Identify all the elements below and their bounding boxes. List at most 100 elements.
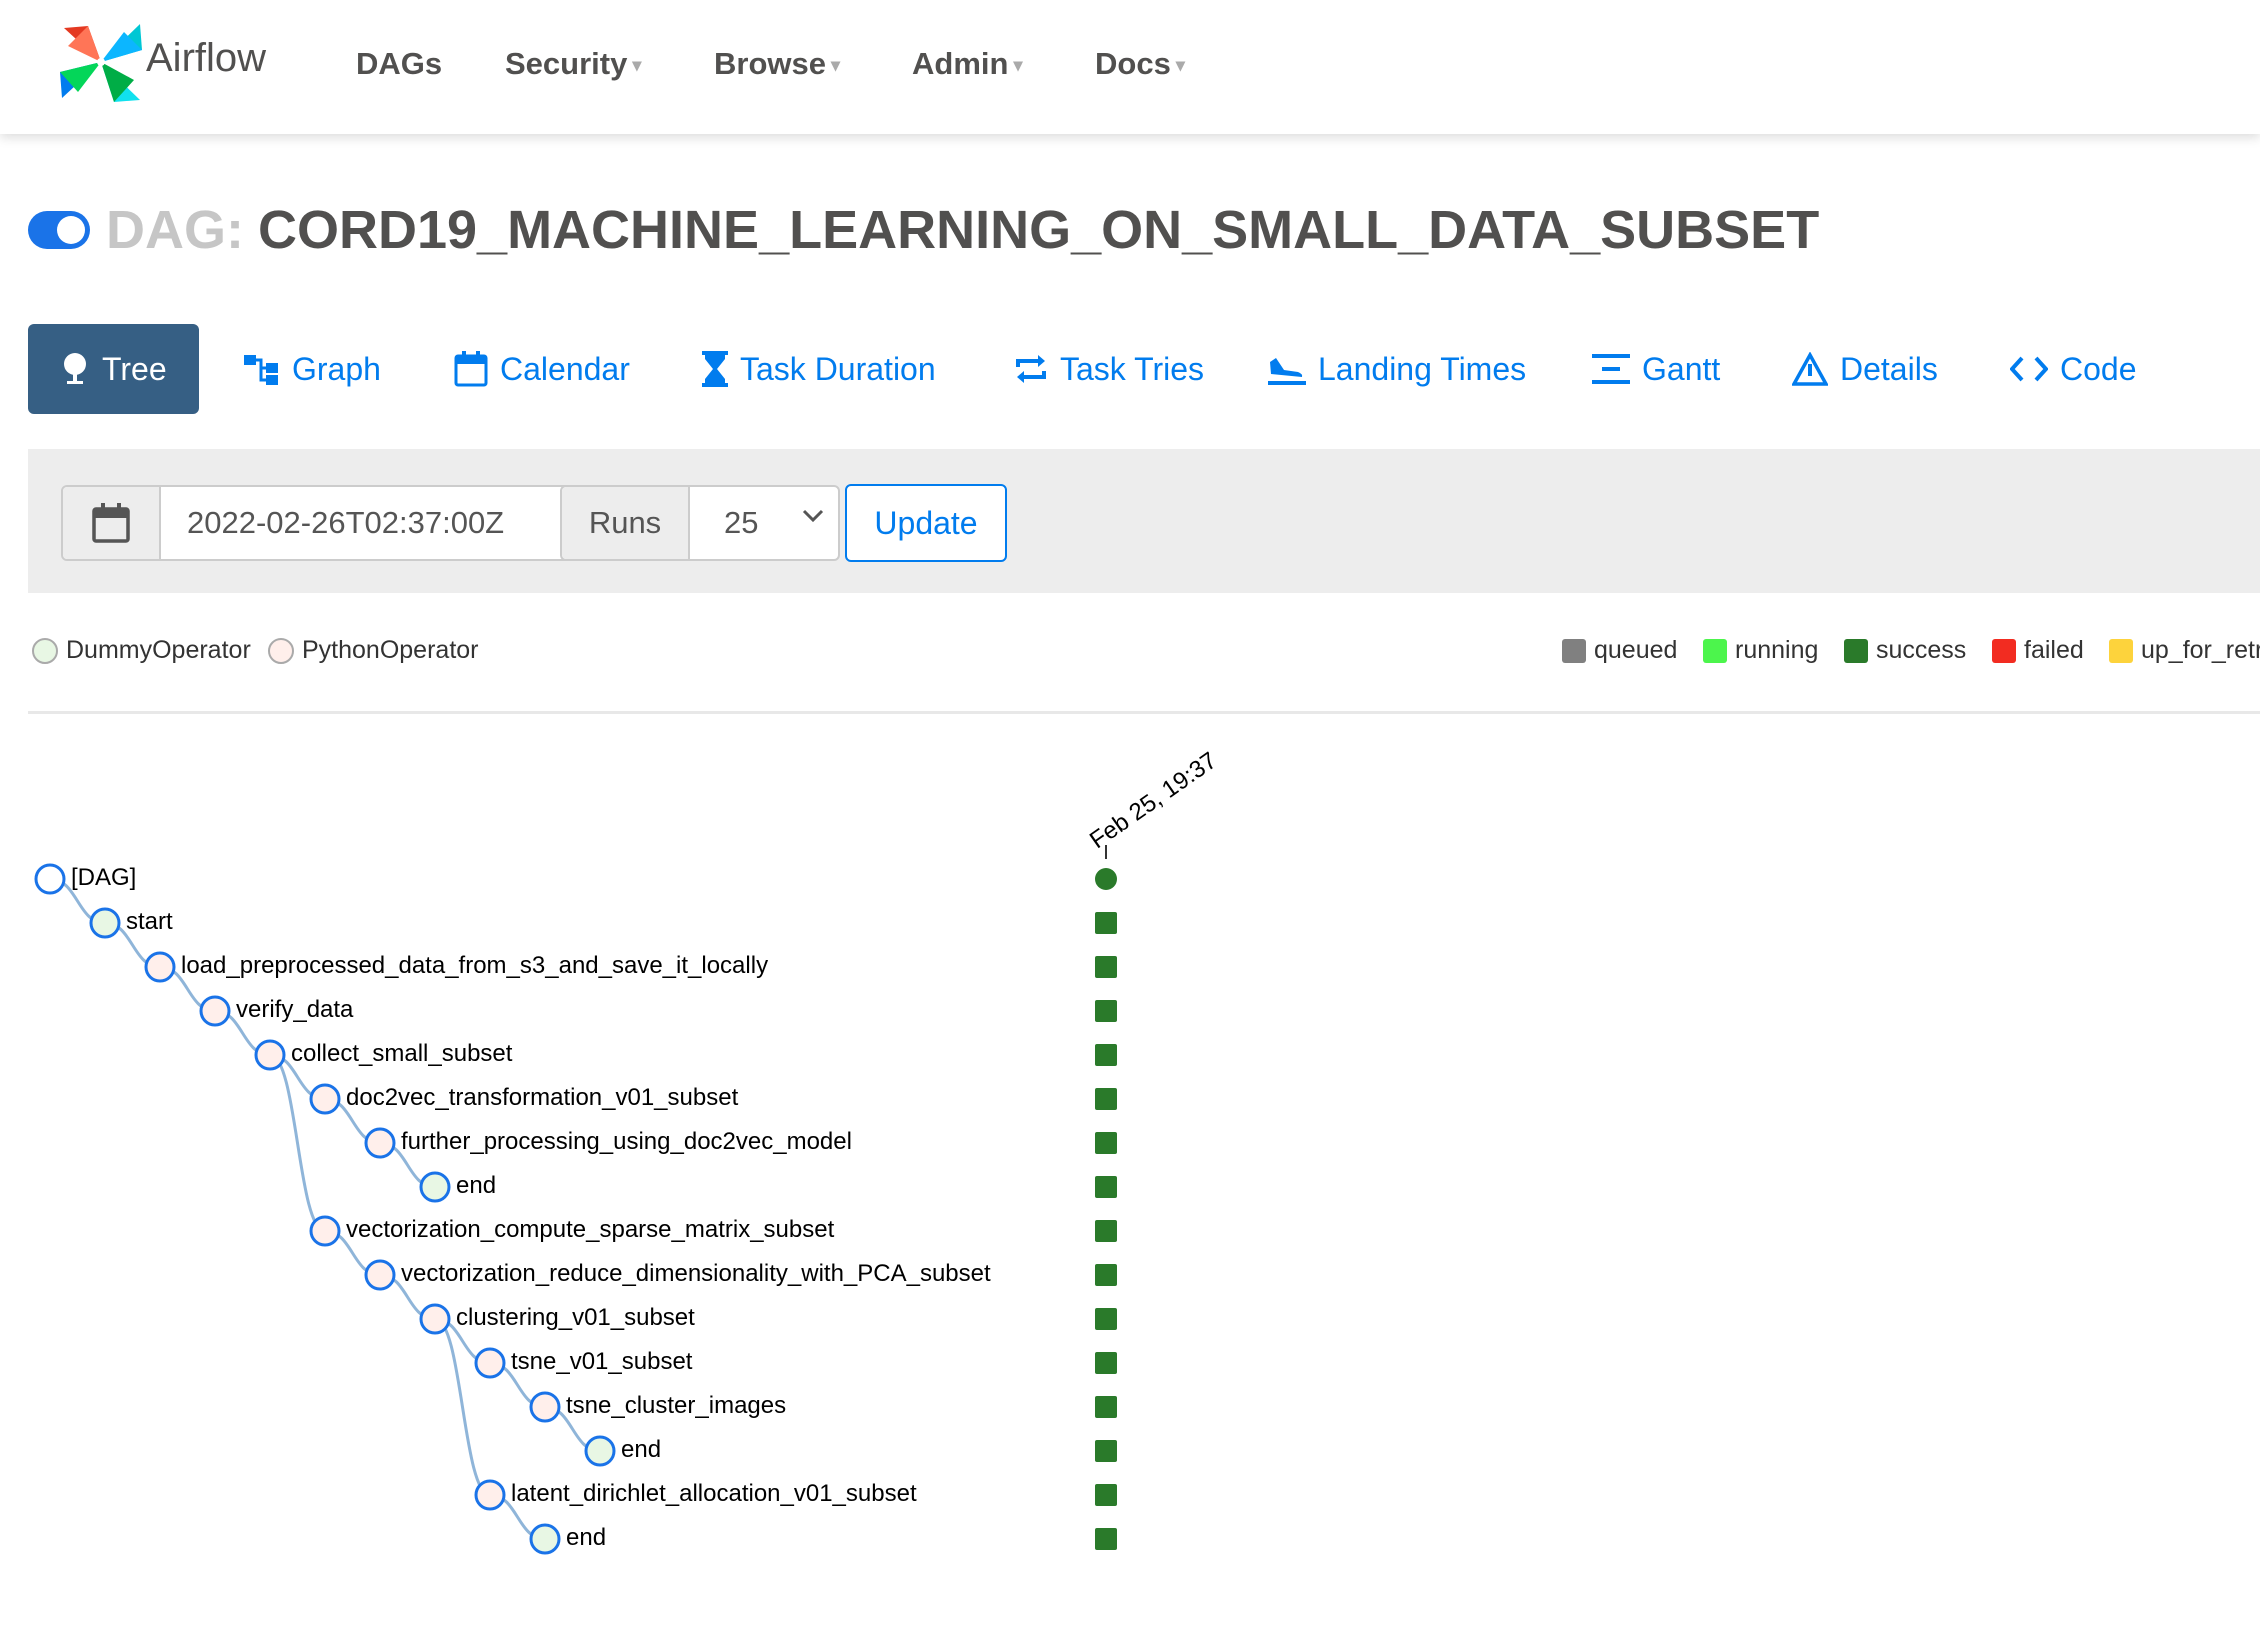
up-for-retry-swatch xyxy=(2109,638,2133,663)
task-instance-status-square[interactable] xyxy=(1095,1440,1117,1462)
tab-details[interactable]: Details xyxy=(1792,324,1938,414)
tree-node-label[interactable]: tsne_v01_subset xyxy=(511,1348,692,1376)
nav-browse[interactable]: Browse ▾ xyxy=(714,46,840,82)
task-instance-status-square[interactable] xyxy=(1095,1044,1117,1066)
tree-node-label[interactable]: latent_dirichlet_allocation_v01_subset xyxy=(511,1480,917,1508)
legend-python-operator: PythonOperator xyxy=(268,636,479,665)
tree-node-circle[interactable] xyxy=(144,951,176,983)
task-instance-status-square[interactable] xyxy=(1095,1132,1117,1154)
legend-running: running xyxy=(1703,636,1818,665)
task-instance-status-square[interactable] xyxy=(1095,1308,1117,1330)
nav-dags[interactable]: DAGs xyxy=(356,46,442,82)
nav-security[interactable]: Security ▾ xyxy=(505,46,641,82)
runs-select[interactable]: 25 xyxy=(690,487,838,559)
tab-landing-times-label: Landing Times xyxy=(1318,350,1527,387)
warning-triangle-icon xyxy=(1792,352,1828,386)
tree-node-circle[interactable] xyxy=(309,1083,341,1115)
tree-node-circle[interactable] xyxy=(364,1127,396,1159)
tab-task-tries-label: Task Tries xyxy=(1060,350,1205,387)
dag-run-date-label[interactable]: Feb 25, 19:37 xyxy=(1085,747,1222,855)
tree-node-circle[interactable] xyxy=(474,1479,506,1511)
tree-node-circle[interactable] xyxy=(419,1303,451,1335)
tab-task-tries[interactable]: Task Tries xyxy=(1014,324,1204,414)
tree-node-circle[interactable] xyxy=(529,1391,561,1423)
tree-node-label[interactable]: [DAG] xyxy=(71,864,136,892)
tree-node-circle[interactable] xyxy=(199,995,231,1027)
tab-code-label: Code xyxy=(2060,350,2137,387)
task-instance-status-square[interactable] xyxy=(1095,1000,1117,1022)
dag-run-status-circle[interactable] xyxy=(1095,868,1117,890)
task-instance-status-square[interactable] xyxy=(1095,1264,1117,1286)
success-swatch xyxy=(1844,638,1868,663)
code-icon xyxy=(2010,356,2048,382)
tree-node-circle[interactable] xyxy=(364,1259,396,1291)
tab-gantt[interactable]: Gantt xyxy=(1592,324,1720,414)
tree-node-circle[interactable] xyxy=(34,863,66,895)
dummy-operator-swatch xyxy=(32,637,58,664)
task-instance-status-square[interactable] xyxy=(1095,1528,1117,1550)
tree-node-circle[interactable] xyxy=(309,1215,341,1247)
tree-node-circle[interactable] xyxy=(584,1435,616,1467)
tree-link xyxy=(269,1053,326,1233)
tree-node-label[interactable]: tsne_cluster_images xyxy=(566,1392,786,1420)
tree-node-label[interactable]: start xyxy=(126,908,173,936)
tab-details-label: Details xyxy=(1840,350,1938,387)
calendar-icon[interactable] xyxy=(63,487,161,559)
tree-node-circle[interactable] xyxy=(474,1347,506,1379)
tree-node-label[interactable]: clustering_v01_subset xyxy=(456,1304,695,1332)
nav-browse-label: Browse xyxy=(714,46,826,81)
brand-name[interactable]: Airflow xyxy=(146,36,266,81)
base-date-input[interactable]: 2022-02-26T02:37:00Z xyxy=(161,487,571,559)
queued-swatch xyxy=(1562,638,1586,663)
runs-control: Runs 25 xyxy=(560,485,840,561)
update-button[interactable]: Update xyxy=(845,484,1007,562)
tab-tree[interactable]: Tree xyxy=(28,324,199,414)
tab-graph[interactable]: Graph xyxy=(244,324,381,414)
task-instance-status-square[interactable] xyxy=(1095,1484,1117,1506)
nav-admin[interactable]: Admin ▾ xyxy=(912,46,1022,82)
task-instance-status-square[interactable] xyxy=(1095,1396,1117,1418)
tree-node-label[interactable]: end xyxy=(456,1172,496,1200)
tree-node-circle[interactable] xyxy=(254,1039,286,1071)
nav-dags-label: DAGs xyxy=(356,46,443,81)
legend-label: running xyxy=(1735,636,1819,664)
airflow-logo[interactable] xyxy=(58,22,144,102)
tree-node-label[interactable]: further_processing_using_doc2vec_model xyxy=(401,1128,852,1156)
tree-node-circle[interactable] xyxy=(89,907,121,939)
tree-node-label[interactable]: vectorization_compute_sparse_matrix_subs… xyxy=(346,1216,834,1244)
python-operator-swatch xyxy=(268,637,294,664)
tree-node-label[interactable]: verify_data xyxy=(236,996,353,1024)
tab-task-duration-label: Task Duration xyxy=(740,350,936,387)
base-date-picker[interactable]: 2022-02-26T02:37:00Z xyxy=(61,485,573,561)
tab-calendar[interactable]: Calendar xyxy=(454,324,630,414)
task-instance-status-square[interactable] xyxy=(1095,1220,1117,1242)
dag-pause-toggle[interactable] xyxy=(28,211,90,249)
tab-task-duration[interactable]: Task Duration xyxy=(702,324,936,414)
tree-node-label[interactable]: collect_small_subset xyxy=(291,1040,512,1068)
legend-failed: failed xyxy=(1992,636,2084,665)
task-instance-status-square[interactable] xyxy=(1095,1352,1117,1374)
top-navbar: Airflow DAGs Security ▾ Browse ▾ Admin ▾ Do… xyxy=(0,0,2260,134)
task-instance-status-square[interactable] xyxy=(1095,956,1117,978)
tree-node-label[interactable]: doc2vec_transformation_v01_subset xyxy=(346,1084,738,1112)
tab-landing-times[interactable]: Landing Times xyxy=(1268,324,1526,414)
tree-node-circle[interactable] xyxy=(529,1523,561,1555)
repeat-icon xyxy=(1016,355,1046,383)
tree-node-label[interactable]: end xyxy=(621,1436,661,1464)
dag-name: CORD19_MACHINE_LEARNING_ON_SMALL_DATA_SU… xyxy=(257,200,1820,260)
runs-value: 25 xyxy=(724,505,759,540)
tab-gantt-label: Gantt xyxy=(1642,350,1721,387)
task-instance-status-square[interactable] xyxy=(1095,912,1117,934)
legend-label: DummyOperator xyxy=(66,636,251,664)
task-instance-status-square[interactable] xyxy=(1095,1088,1117,1110)
tree-node-label[interactable]: vectorization_reduce_dimensionality_with… xyxy=(401,1260,991,1288)
tree-node-circle[interactable] xyxy=(419,1171,451,1203)
task-instance-status-square[interactable] xyxy=(1095,1176,1117,1198)
nav-docs[interactable]: Docs ▾ xyxy=(1095,46,1185,82)
tree-node-label[interactable]: load_preprocessed_data_from_s3_and_save_… xyxy=(181,952,768,980)
gantt-icon xyxy=(1592,354,1630,384)
tree-node-label[interactable]: end xyxy=(566,1524,606,1552)
graph-icon xyxy=(244,355,278,385)
tab-code[interactable]: Code xyxy=(2010,324,2137,414)
legend-label: PythonOperator xyxy=(302,636,479,664)
